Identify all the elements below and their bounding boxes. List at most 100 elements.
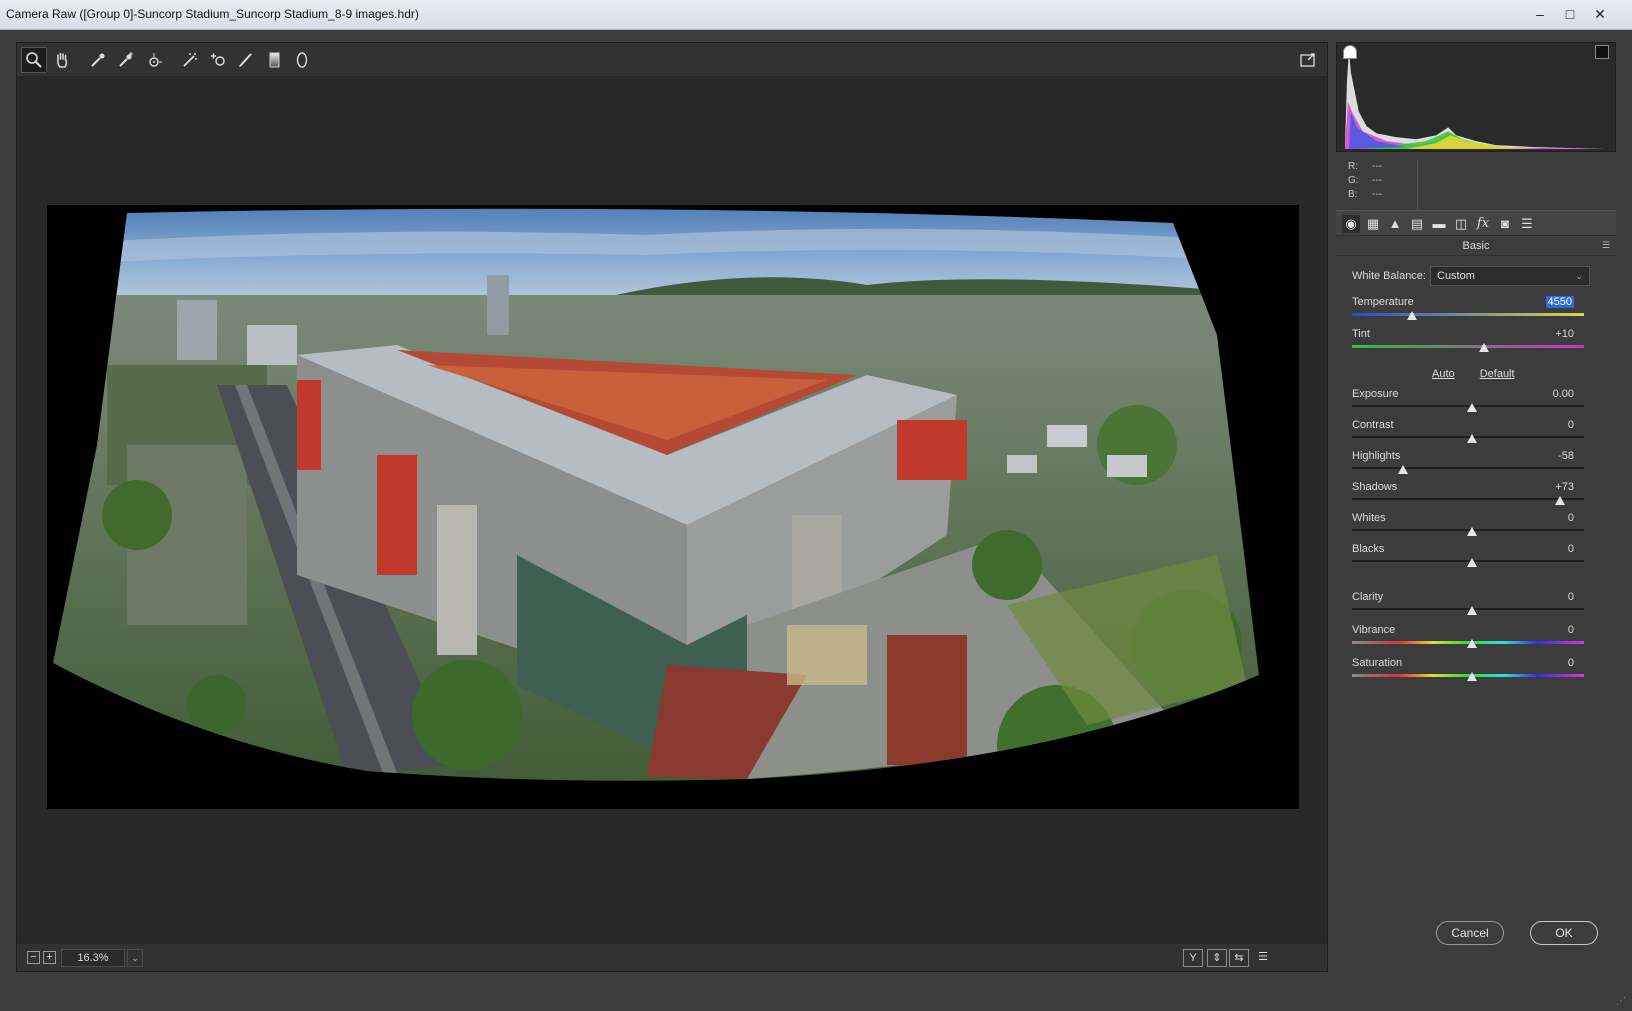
tone-curve-tab-icon[interactable]: ▦ [1364,215,1382,233]
clarity-value[interactable]: 0 [1546,591,1574,603]
panel-menu-icon[interactable]: ☰ [1600,240,1612,250]
whites-value[interactable]: 0 [1546,512,1574,524]
highlight-clipping-warning-icon[interactable] [1595,45,1609,59]
zoom-in-button[interactable]: + [43,951,56,964]
exposure-thumb[interactable] [1467,403,1477,412]
effects-tab-icon[interactable]: fx [1474,215,1492,233]
blacks-thumb[interactable] [1467,558,1477,567]
shadow-clipping-warning-icon[interactable] [1343,45,1357,59]
r-value: --- [1372,161,1382,172]
saturation-thumb[interactable] [1467,672,1477,681]
camera-raw-dialog: − + 16.3% ⌄ Y ⇕ ⇆ ☰ R: --- G: --- B: ---… [0,30,1632,1011]
zoom-tool-icon[interactable] [21,47,47,73]
graduated-filter-tool-icon[interactable] [261,47,287,73]
tint-track[interactable] [1352,345,1584,348]
adjustments-panel: R: --- G: --- B: --- ◉ ▦ ▲ ▤ ▬ ◫ fx ◙ ☰ Bas… [1336,42,1616,972]
shadows-label: Shadows [1352,481,1398,493]
temperature-track[interactable] [1352,313,1584,316]
spot-removal-tool-icon[interactable] [205,47,231,73]
tint-slider[interactable]: Tint +10 [1352,328,1592,356]
before-after-toggle-button[interactable]: Y [1183,949,1203,967]
vibrance-value[interactable]: 0 [1546,624,1574,636]
zoom-out-button[interactable]: − [27,951,40,964]
g-label: G: [1348,175,1359,186]
contrast-slider[interactable]: Contrast 0 [1352,419,1592,447]
tint-value[interactable]: +10 [1546,328,1574,340]
hsl-tab-icon[interactable]: ▤ [1408,215,1426,233]
basic-tab-icon[interactable]: ◉ [1342,215,1360,233]
highlights-value[interactable]: -58 [1546,450,1574,462]
temperature-value[interactable]: 4550 [1545,296,1574,308]
auto-link[interactable]: Auto [1432,368,1455,380]
temperature-slider[interactable]: Temperature 4550 [1352,296,1592,324]
chevron-down-icon: ⌄ [1575,271,1583,281]
panel-tab-bar: ◉ ▦ ▲ ▤ ▬ ◫ fx ◙ ☰ [1336,210,1616,236]
clarity-slider[interactable]: Clarity 0 [1352,591,1592,619]
close-button[interactable]: ✕ [1586,4,1614,24]
camera-calibration-tab-icon[interactable]: ◙ [1496,215,1514,233]
exposure-value[interactable]: 0.00 [1546,388,1574,400]
zoom-level[interactable]: 16.3% [61,949,125,967]
minimize-button[interactable]: – [1526,4,1554,24]
image-preview[interactable] [47,205,1299,809]
contrast-thumb[interactable] [1467,434,1477,443]
blacks-slider[interactable]: Blacks 0 [1352,543,1592,571]
adjustment-brush-tool-icon[interactable] [233,47,259,73]
highlights-thumb[interactable] [1398,465,1408,474]
swap-before-after-button[interactable]: ⇕ [1207,949,1227,967]
clarity-label: Clarity [1352,591,1384,603]
window-title-bar: Camera Raw ([Group 0]-Suncorp Stadium_Su… [0,0,1632,30]
vibrance-thumb[interactable] [1467,639,1477,648]
white-balance-select[interactable]: Custom ⌄ [1430,266,1590,286]
hand-tool-icon[interactable] [49,47,75,73]
g-value: --- [1372,175,1382,186]
exposure-slider[interactable]: Exposure 0.00 [1352,388,1592,416]
fullscreen-icon[interactable] [1295,47,1321,73]
saturation-value[interactable]: 0 [1546,657,1574,669]
resize-grip-icon[interactable]: ⋰ [1616,996,1626,1007]
targeted-adjustment-tool-icon[interactable] [141,47,167,73]
temperature-thumb[interactable] [1407,311,1417,320]
copy-settings-button[interactable]: ⇆ [1229,949,1249,967]
preview-settings-icon[interactable]: ☰ [1253,949,1273,967]
presets-tab-icon[interactable]: ☰ [1518,215,1536,233]
straighten-tool-icon[interactable] [177,47,203,73]
b-label: B: [1348,189,1358,200]
window-controls: – □ ✕ [1524,4,1614,24]
exposure-label: Exposure [1352,388,1399,400]
clarity-thumb[interactable] [1467,606,1477,615]
saturation-slider[interactable]: Saturation 0 [1352,657,1592,685]
rgb-readout: R: --- G: --- B: --- [1348,160,1418,210]
vibrance-slider[interactable]: Vibrance 0 [1352,624,1592,652]
highlights-track[interactable] [1352,467,1584,469]
shadows-slider[interactable]: Shadows +73 [1352,481,1592,509]
blacks-label: Blacks [1352,543,1385,555]
blacks-value[interactable]: 0 [1546,543,1574,555]
white-balance-row: White Balance: Custom ⌄ [1352,266,1608,286]
basic-section-header: Basic ☰ [1336,236,1616,256]
white-balance-tool-icon[interactable] [85,47,111,73]
whites-thumb[interactable] [1467,527,1477,536]
ok-button[interactable]: OK [1530,921,1598,945]
radial-filter-tool-icon[interactable] [289,47,315,73]
zoom-dropdown-chevron-icon[interactable]: ⌄ [127,949,143,967]
lens-corrections-tab-icon[interactable]: ◫ [1452,215,1470,233]
whites-slider[interactable]: Whites 0 [1352,512,1592,540]
shadows-track[interactable] [1352,498,1584,500]
contrast-value[interactable]: 0 [1546,419,1574,431]
cancel-button[interactable]: Cancel [1436,921,1504,945]
b-value: --- [1372,189,1382,200]
tint-thumb[interactable] [1479,343,1489,352]
maximize-button[interactable]: □ [1556,4,1584,24]
color-sampler-tool-icon[interactable] [113,47,139,73]
auto-default-row: Auto Default [1432,368,1537,380]
r-label: R: [1348,161,1358,172]
section-title: Basic [1462,240,1490,252]
split-toning-tab-icon[interactable]: ▬ [1430,215,1448,233]
default-link[interactable]: Default [1480,368,1515,380]
highlights-slider[interactable]: Highlights -58 [1352,450,1592,478]
shadows-value[interactable]: +73 [1546,481,1574,493]
shadows-thumb[interactable] [1555,496,1565,505]
white-balance-label: White Balance: [1352,270,1426,282]
detail-tab-icon[interactable]: ▲ [1386,215,1404,233]
